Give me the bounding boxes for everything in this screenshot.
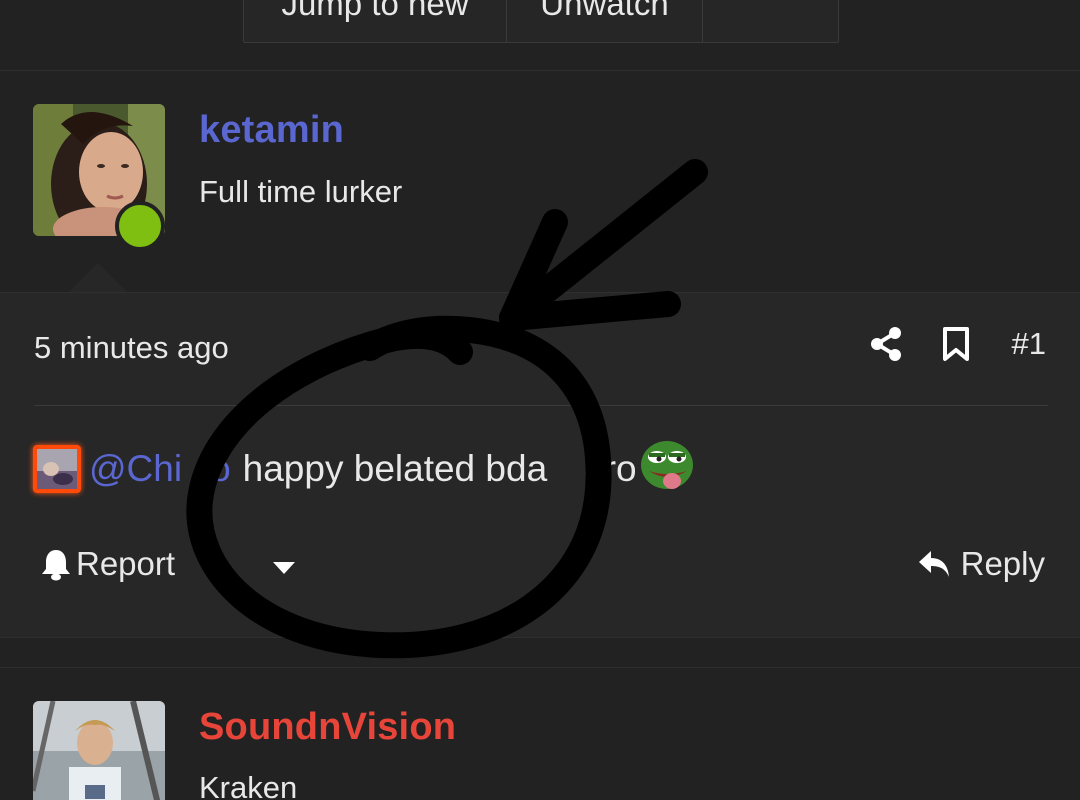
username[interactable]: SoundnVision bbox=[199, 706, 456, 749]
post-message: @Chi o happy belated bda bro bbox=[33, 439, 695, 499]
user-mention-link[interactable]: @Chi o bbox=[89, 448, 231, 490]
thread-toolbar: Jump to new Unwatch bbox=[0, 0, 1080, 71]
post-user-header: SoundnVision Kraken bbox=[0, 667, 1080, 800]
header-pointer bbox=[68, 263, 128, 293]
post-user-header: ketamin Full time lurker bbox=[0, 71, 1080, 293]
bookmark-icon[interactable] bbox=[942, 326, 970, 362]
username[interactable]: ketamin bbox=[199, 109, 344, 152]
thread-page: Jump to new Unwatch ketamin Full time lu… bbox=[0, 0, 1080, 800]
reply-label: Reply bbox=[960, 545, 1045, 582]
avatar[interactable] bbox=[33, 701, 165, 800]
thread-button-group: Jump to new Unwatch bbox=[243, 0, 839, 43]
jump-to-new-button[interactable]: Jump to new bbox=[244, 0, 507, 42]
message-text: happy belated bda bro bbox=[242, 448, 637, 489]
post-separator bbox=[0, 637, 1080, 668]
divider bbox=[34, 405, 1048, 406]
reply-icon bbox=[918, 551, 949, 577]
report-label: Report bbox=[76, 545, 176, 582]
reply-button[interactable]: Reply bbox=[917, 545, 1045, 583]
pepe-emoji-icon bbox=[639, 437, 695, 502]
more-button[interactable] bbox=[703, 0, 838, 42]
post-meta-actions: #1 bbox=[870, 326, 1046, 362]
share-icon[interactable] bbox=[870, 327, 902, 361]
post-number-link[interactable]: #1 bbox=[1012, 326, 1046, 362]
post-body: 5 minutes ago #1 @Chi o happy belated bd… bbox=[0, 292, 1080, 637]
mention-avatar[interactable] bbox=[33, 445, 81, 493]
post-timestamp[interactable]: 5 minutes ago bbox=[34, 330, 229, 366]
post-actions: Report Reply bbox=[0, 545, 1080, 595]
unwatch-button[interactable]: Unwatch bbox=[507, 0, 703, 42]
chevron-down-icon[interactable] bbox=[272, 560, 296, 581]
bell-icon bbox=[42, 550, 70, 581]
online-status-icon bbox=[115, 201, 165, 251]
user-title: Kraken bbox=[199, 770, 298, 800]
report-button[interactable]: Report bbox=[40, 545, 175, 583]
user-title: Full time lurker bbox=[199, 174, 403, 209]
